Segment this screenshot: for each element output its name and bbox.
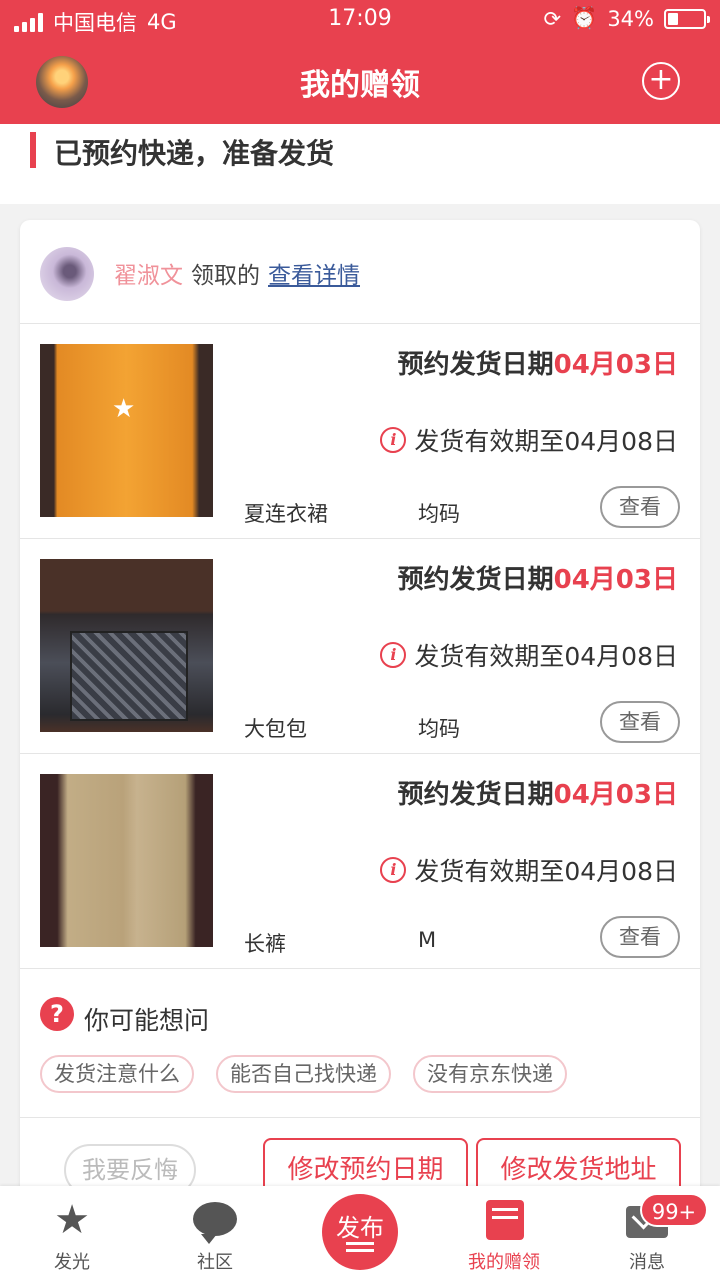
tab-label: 发光 [54,1252,90,1273]
view-details-link[interactable]: 查看详情 [268,263,360,289]
item-photo[interactable] [40,774,213,947]
faq-section: ? 你可能想问 发货注意什么 能否自己找快递 没有京东快递 [20,969,700,1118]
book-icon [486,1200,524,1240]
info-icon: i [380,857,407,883]
item-size: M [418,928,437,952]
claim-card: 翟淑文领取的查看详情 预约发货日期04月03日 i发货有效期至04月08日 夏连… [20,220,700,1220]
plus-circle-icon[interactable]: + [642,62,680,100]
ship-date-value: 04月03日 [553,350,678,380]
item-name: 大包包 [244,717,307,741]
section-header: 已预约快递，准备发货 [0,124,720,204]
item-size: 均码 [418,717,460,741]
star-icon: ★ [54,1197,90,1243]
ship-date-label: 预约发货日期 [397,350,554,380]
nav-bar: 我的赠领 + [0,40,720,124]
info-icon: i [380,642,407,668]
page-title: 我的赠领 [300,68,420,103]
faq-chip-own-courier[interactable]: 能否自己找快递 [216,1055,391,1093]
validity-text: 发货有效期至04月08日 [414,857,678,886]
ship-date-value: 04月03日 [553,565,678,595]
faq-chip-no-jd-express[interactable]: 没有京东快递 [413,1055,567,1093]
battery-percent: 34% [607,6,654,31]
claim-text: 领取的 [191,263,260,289]
tab-my-gifts[interactable]: 我的赠领 [444,1186,564,1280]
section-accent-bar [30,132,36,168]
section-title: 已预约快递，准备发货 [54,137,335,170]
item-name: 夏连衣裙 [244,502,328,526]
tab-shine[interactable]: ★ 发光 [12,1186,132,1280]
tab-community[interactable]: 社区 [155,1186,275,1280]
ship-date-label: 预约发货日期 [397,565,554,595]
chat-bubble-icon [193,1202,237,1244]
view-button[interactable]: 查看 [600,486,680,528]
view-button[interactable]: 查看 [600,701,680,743]
rotation-lock-icon: ⟳ [543,6,562,31]
faq-chip-shipping-notes[interactable]: 发货注意什么 [40,1055,194,1093]
tab-label: 我的赠领 [468,1252,540,1273]
list-item: 预约发货日期04月03日 i 发货有效期至04月08日 大包包 均码 查看 [20,539,700,754]
battery-icon [664,8,710,29]
status-bar: 中国电信 4G 17:09 ⟳ ⏰ 34% [0,0,720,40]
unread-badge: 99+ [640,1193,708,1227]
question-icon: ? [40,997,74,1031]
list-item: 预约发货日期04月03日 i 发货有效期至04月08日 长裤 M 查看 [20,754,700,969]
info-icon: i [380,427,407,453]
receiver-avatar[interactable] [40,247,94,301]
tab-label: 消息 [629,1252,665,1273]
view-button[interactable]: 查看 [600,916,680,958]
tab-label: 社区 [197,1252,233,1273]
receiver-name[interactable]: 翟淑文 [114,263,183,289]
item-photo[interactable] [40,559,213,732]
faq-title: 你可能想问 [84,1006,210,1035]
validity-text: 发货有效期至04月08日 [414,642,678,671]
claim-header: 翟淑文 领取的 查看详情 [20,220,700,324]
validity-text: 发货有效期至04月08日 [414,427,678,456]
item-photo[interactable] [40,344,213,517]
item-size: 均码 [418,502,460,526]
publish-label: 发布 [336,1214,384,1242]
menu-lines-icon [346,1242,374,1245]
list-item: 预约发货日期04月03日 i 发货有效期至04月08日 夏连衣裙 均码 查看 [20,324,700,539]
publish-button[interactable]: 发布 [322,1194,398,1270]
item-name: 长裤 [244,932,286,956]
ship-date-label: 预约发货日期 [397,780,554,810]
ship-date-value: 04月03日 [553,780,678,810]
alarm-icon: ⏰ [571,6,598,30]
